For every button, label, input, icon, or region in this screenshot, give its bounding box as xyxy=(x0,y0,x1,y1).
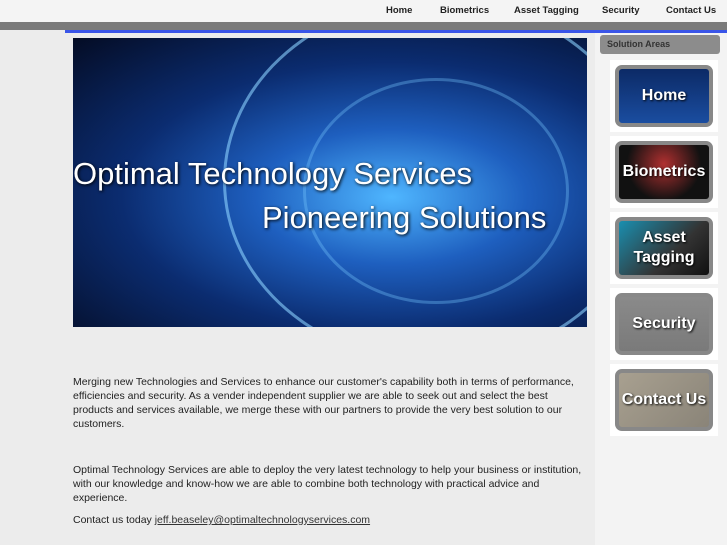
contact-line: Contact us today jeff.beaseley@optimalte… xyxy=(73,513,588,527)
hero-banner: Optimal Technology Services Pioneering S… xyxy=(73,38,587,327)
hero-title: Optimal Technology Services xyxy=(73,156,473,191)
sidebar-button-security[interactable]: Security xyxy=(615,293,713,355)
header-stripe xyxy=(0,22,727,30)
email-link[interactable]: jeff.beaseley@optimaltechnologyservices.… xyxy=(155,514,370,526)
nav-asset-tagging[interactable]: Asset Tagging xyxy=(514,5,579,16)
contact-prefix: Contact us today xyxy=(73,514,152,526)
hero-subtitle: Pioneering Solutions xyxy=(262,200,547,235)
services-paragraph: Optimal Technology Services are able to … xyxy=(73,464,582,504)
nav-contact-us[interactable]: Contact Us xyxy=(666,5,716,16)
sidebar-button-biometrics[interactable]: Biometrics xyxy=(615,141,713,203)
top-nav-bar: Home Biometrics Asset Tagging Security C… xyxy=(0,0,727,22)
nav-home[interactable]: Home xyxy=(386,5,412,16)
sidebar-button-contact-us[interactable]: Contact Us xyxy=(615,369,713,431)
nav-security[interactable]: Security xyxy=(602,5,640,16)
sidebar-button-home[interactable]: Home xyxy=(615,65,713,127)
sidebar-button-asset-tagging[interactable]: Asset Tagging xyxy=(615,217,713,279)
intro-paragraph: Merging new Technologies and Services to… xyxy=(73,376,574,430)
nav-biometrics[interactable]: Biometrics xyxy=(440,5,489,16)
sidebar-heading: Solution Areas xyxy=(600,35,720,54)
